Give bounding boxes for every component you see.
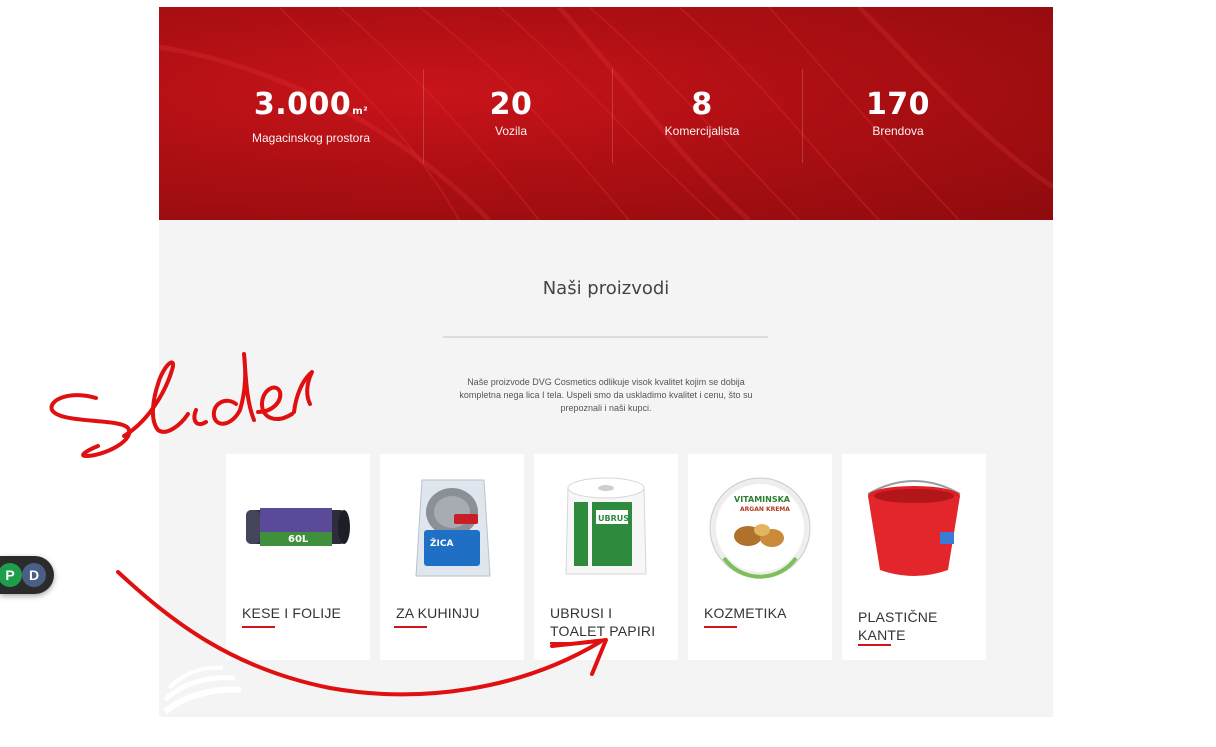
- section-divider: [443, 336, 768, 338]
- svg-text:UBRUS: UBRUS: [598, 514, 629, 523]
- stat-vehicles: 20 Vozila: [421, 87, 601, 139]
- p-avatar[interactable]: P: [0, 563, 22, 587]
- stat-sales-reps: 8 Komercijalista: [612, 87, 792, 139]
- floating-pd-widget[interactable]: P D: [0, 556, 54, 594]
- category-underline: [704, 626, 737, 628]
- section-description: Naše proizvode DVG Cosmetics odlikuje vi…: [459, 377, 753, 413]
- category-name: PLASTIČNE KANTE: [858, 609, 938, 643]
- section-title: Naši proizvodi: [542, 278, 670, 299]
- red-bucket-icon: [867, 480, 961, 576]
- stat-label: Komercijalista: [664, 124, 740, 138]
- page-margin: [0, 220, 159, 747]
- page: 3.000m² Magacinskog prostora 20 Vozila 8…: [0, 0, 1216, 747]
- category-card-kozmetika[interactable]: VITAMINSKA ARGAN KREMA KOZMETIKA: [688, 454, 832, 660]
- category-name: ZA KUHINJU: [396, 605, 480, 621]
- stat-value: 3.000: [253, 87, 352, 122]
- svg-text:VITAMINSKA: VITAMINSKA: [734, 495, 791, 504]
- stats-banner: 3.000m² Magacinskog prostora 20 Vozila 8…: [159, 7, 1053, 220]
- category-name: UBRUSI I TOALET PAPIRI: [550, 605, 656, 639]
- category-name: KOZMETIKA: [704, 605, 787, 621]
- category-card-ubrusi[interactable]: UBRUS UBRUSI I TOALET PAPIRI: [534, 454, 678, 660]
- stat-value: 170: [865, 87, 931, 122]
- stat-storage: 3.000m² Magacinskog prostora: [221, 87, 401, 146]
- steel-scrubber-icon: ŽICA: [415, 479, 491, 577]
- stat-divider: [802, 69, 803, 163]
- svg-text:60L: 60L: [288, 534, 309, 545]
- category-card-kante[interactable]: PLASTIČNE KANTE: [842, 454, 986, 660]
- cosmetic-cream-jar-icon: VITAMINSKA ARGAN KREMA: [709, 477, 811, 579]
- category-name: KESE I FOLIJE: [242, 605, 342, 621]
- category-card-kuhinja[interactable]: ŽICA ZA KUHINJU: [380, 454, 524, 660]
- watermark-logo: [163, 665, 242, 715]
- d-avatar[interactable]: D: [22, 563, 46, 587]
- stat-label: Vozila: [494, 124, 528, 138]
- stat-label: Brendova: [872, 124, 924, 138]
- category-underline: [394, 626, 427, 628]
- next-section: [159, 717, 1053, 747]
- category-underline: [858, 644, 891, 646]
- category-underline: [242, 626, 275, 628]
- svg-text:ARGAN KREMA: ARGAN KREMA: [740, 506, 790, 513]
- paper-towel-roll-icon: UBRUS: [565, 477, 647, 575]
- stat-unit: m²: [352, 106, 369, 117]
- stat-brands: 170 Brendova: [808, 87, 988, 139]
- category-card-kese[interactable]: 60L KESE I FOLIJE: [226, 454, 370, 660]
- category-underline: [550, 642, 583, 644]
- stat-label: Magacinskog prostora: [251, 131, 371, 145]
- stat-value: 20: [489, 87, 533, 122]
- products-section: Naši proizvodi Naše proizvode DVG Cosmet…: [159, 220, 1053, 717]
- stat-value: 8: [691, 87, 713, 122]
- garbage-bag-roll-icon: 60L: [246, 508, 350, 546]
- svg-text:ŽICA: ŽICA: [430, 537, 453, 549]
